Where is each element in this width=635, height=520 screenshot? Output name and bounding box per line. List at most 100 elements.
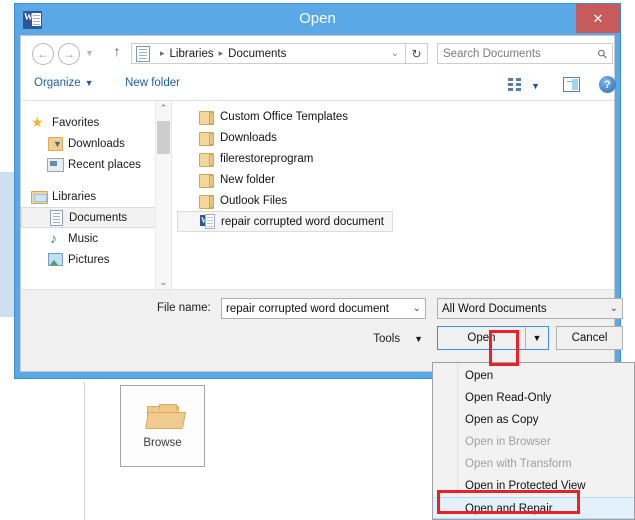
sidebar-item-label: Pictures (68, 253, 110, 266)
up-icon[interactable]: ↑ (109, 43, 125, 59)
file-type-value: All Word Documents (442, 302, 547, 315)
folder-icon (199, 131, 214, 146)
file-name-label: File name: (157, 302, 211, 314)
document-icon (48, 210, 64, 226)
file-type-select[interactable]: All Word Documents ⌄ (437, 298, 623, 319)
folder-icon (199, 173, 214, 188)
file-name-value: repair corrupted word document (226, 302, 389, 315)
open-dropdown-arrow-icon[interactable]: ▼ (526, 327, 548, 349)
sidebar-item-label: Recent places (68, 158, 141, 171)
dialog-body: ← → ▼ ↑ ▸ Libraries ▸ Documents ⌄ ↻ Sear… (20, 35, 623, 372)
folder-icon (199, 194, 214, 209)
preview-pane-icon[interactable] (563, 77, 580, 92)
list-item[interactable]: New folder (177, 169, 614, 190)
chevron-down-icon: ▼ (84, 78, 94, 88)
search-placeholder: Search Documents (443, 47, 541, 60)
tools-button[interactable]: Tools ▼ (341, 328, 427, 350)
sidebar-item-label: Downloads (68, 137, 125, 150)
tools-label: Tools (373, 333, 401, 345)
breadcrumb[interactable]: ▸ Libraries ▸ Documents ⌄ (131, 43, 406, 64)
help-icon[interactable]: ? (599, 76, 616, 93)
organize-button[interactable]: Organize ▼ (34, 77, 94, 89)
file-name: New folder (220, 173, 275, 186)
breadcrumb-separator-0: ▸ (160, 48, 165, 58)
file-name-input[interactable]: repair corrupted word document ⌄ (221, 298, 426, 319)
chevron-down-icon[interactable]: ⌄ (610, 303, 618, 314)
navigation-pane: ★ Favorites ▼ Downloads Recent places Li… (21, 101, 172, 290)
folder-icon (199, 110, 214, 125)
refresh-icon[interactable]: ↻ (406, 43, 428, 64)
address-bar: ← → ▼ ↑ ▸ Libraries ▸ Documents ⌄ ↻ Sear… (21, 36, 614, 70)
dialog-footer: File name: repair corrupted word documen… (21, 289, 623, 371)
file-name: Outlook Files (220, 194, 288, 207)
close-icon[interactable]: ✕ (576, 4, 620, 33)
picture-icon (47, 252, 63, 267)
menu-item-open-in-browser: Open in Browser (465, 436, 551, 448)
list-item-selected[interactable]: W repair corrupted word document (177, 211, 393, 232)
scrollbar-thumb[interactable] (157, 121, 170, 154)
sidebar-group-libraries[interactable]: Libraries (21, 186, 171, 207)
sidebar-item-label: Documents (69, 211, 128, 224)
library-document-icon (136, 45, 150, 62)
navigation-pane-scrollbar[interactable]: ⌃ ⌄ (155, 101, 171, 290)
scroll-up-icon[interactable]: ⌃ (156, 101, 171, 116)
sidebar-item-label: Music (68, 232, 99, 245)
sidebar-item-pictures[interactable]: Pictures (21, 249, 171, 270)
file-name: filerestoreprogram (220, 152, 314, 165)
recent-places-icon (47, 157, 64, 172)
list-item[interactable]: Custom Office Templates (177, 106, 614, 127)
new-folder-button[interactable]: New folder (125, 77, 180, 89)
page-title: Open (299, 10, 336, 27)
sidebar-item-music[interactable]: ♪ Music (21, 228, 171, 249)
sidebar-item-documents[interactable]: Documents (21, 207, 171, 228)
file-name: Custom Office Templates (220, 110, 349, 123)
browse-label: Browse (143, 436, 182, 449)
sidebar-item-label: Favorites (52, 116, 100, 129)
star-icon: ★ (31, 114, 44, 130)
browse-button[interactable]: Browse (120, 385, 205, 467)
breadcrumb-separator-1: ▸ (218, 48, 224, 58)
file-name: Downloads (220, 131, 277, 144)
list-item[interactable]: filerestoreprogram (177, 148, 614, 169)
menu-item-open-read-only[interactable]: Open Read-Only (433, 387, 634, 409)
organize-label: Organize (34, 77, 81, 89)
menu-item-open-as-copy[interactable]: Open as Copy (433, 409, 634, 431)
file-list: Custom Office Templates Downloads filere… (172, 101, 614, 290)
libraries-icon (31, 189, 48, 204)
forward-icon[interactable]: → (58, 43, 80, 65)
chevron-down-icon[interactable]: ▼ (531, 81, 540, 91)
dialog-content: ★ Favorites ▼ Downloads Recent places Li… (21, 101, 614, 290)
sidebar-item-recent-places[interactable]: Recent places (21, 154, 171, 175)
list-item[interactable]: Outlook Files (177, 190, 614, 211)
file-name: repair corrupted word document (221, 215, 384, 228)
scroll-down-icon[interactable]: ⌄ (156, 275, 171, 290)
menu-item-open-with-transform: Open with Transform (465, 458, 572, 470)
cancel-button[interactable]: Cancel (556, 326, 623, 350)
downloads-folder-icon: ▼ (47, 136, 63, 151)
annotation-box-open-and-repair (437, 490, 580, 514)
sidebar-item-downloads[interactable]: ▼ Downloads (21, 133, 171, 154)
search-input[interactable]: Search Documents ⚲ (437, 43, 613, 64)
screenshot-root: Browse W Open ✕ ← → ▼ ↑ ▸ Libraries ▸ Do… (0, 0, 635, 520)
folder-icon (199, 152, 214, 167)
chevron-down-icon: ▼ (414, 334, 423, 344)
chevron-down-icon[interactable]: ⌄ (413, 303, 421, 314)
chevron-down-icon[interactable]: ⌄ (391, 48, 399, 59)
command-bar: Organize ▼ New folder ▼ ? (21, 70, 616, 101)
word-document-icon: W (200, 214, 215, 229)
dialog-title-bar: W Open ✕ (15, 4, 620, 35)
music-note-icon: ♪ (50, 230, 57, 246)
back-icon[interactable]: ← (32, 43, 54, 65)
breadcrumb-item-documents[interactable]: Documents (228, 48, 286, 60)
open-folder-icon (144, 403, 186, 429)
breadcrumb-item-libraries[interactable]: Libraries (170, 48, 214, 60)
open-dialog: W Open ✕ ← → ▼ ↑ ▸ Libraries ▸ Documents… (14, 3, 623, 379)
sidebar-group-favorites[interactable]: ★ Favorites (21, 112, 171, 133)
annotation-box-open-split-arrow (489, 330, 519, 366)
recent-locations-icon[interactable]: ▼ (85, 48, 94, 58)
view-options-icon[interactable] (508, 78, 523, 91)
backstage-divider (84, 382, 85, 520)
list-item[interactable]: Downloads (177, 127, 614, 148)
menu-item-open[interactable]: Open (433, 365, 634, 387)
sidebar-item-label: Libraries (52, 190, 97, 203)
